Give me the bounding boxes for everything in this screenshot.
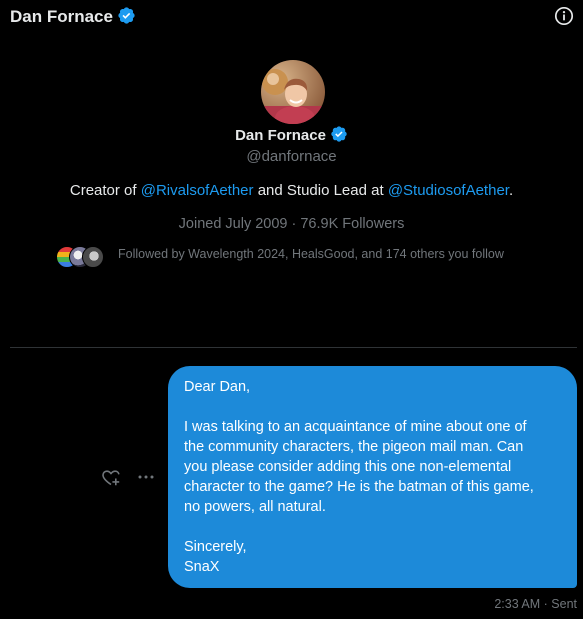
bio-suffix: . <box>508 182 514 199</box>
message-greeting: Dear Dan, <box>184 379 251 395</box>
divider <box>10 347 577 348</box>
add-reaction-heart-icon[interactable] <box>101 468 121 488</box>
mention-studiosofaether-link[interactable]: @StudiosofAether <box>388 182 509 199</box>
followed-by-row[interactable]: Followed by Wavelength 2024, HealsGood, … <box>56 245 576 268</box>
profile-name[interactable]: Dan Fornace <box>0 125 583 147</box>
message-body: I was talking to an acquaintance of mine… <box>184 419 534 515</box>
profile-bio: Creator of @RivalsofAether and Studio Le… <box>0 182 583 199</box>
header-name-text: Dan Fornace <box>10 7 113 26</box>
followed-by-text[interactable]: Followed by Wavelength 2024, HealsGood, … <box>118 247 504 261</box>
header-title[interactable]: Dan Fornace <box>10 6 136 30</box>
info-icon[interactable] <box>554 6 574 26</box>
verified-badge-icon <box>117 6 136 30</box>
follower-avatar <box>82 246 104 268</box>
message-bubble[interactable]: Dear Dan, I was talking to an acquaintan… <box>168 366 577 588</box>
profile-name-text: Dan Fornace <box>235 127 326 144</box>
profile-avatar[interactable] <box>261 60 325 124</box>
bio-middle: and Studio Lead at <box>253 182 388 199</box>
more-options-icon[interactable] <box>136 467 156 487</box>
joined-and-followers: Joined July 2009 · 76.9K Followers <box>178 216 405 232</box>
mention-rivalsofaether-link[interactable]: @RivalsofAether <box>141 182 254 199</box>
follower-avatars <box>56 246 108 268</box>
message-closing: Sincerely, SnaX <box>184 539 247 575</box>
conversation-header: Dan Fornace <box>0 0 583 32</box>
message-timestamp-status: 2:33 AM · Sent <box>494 597 577 611</box>
profile-handle[interactable]: @danfornace <box>0 148 583 165</box>
bio-prefix: Creator of <box>69 182 141 199</box>
verified-badge-icon <box>330 125 348 147</box>
